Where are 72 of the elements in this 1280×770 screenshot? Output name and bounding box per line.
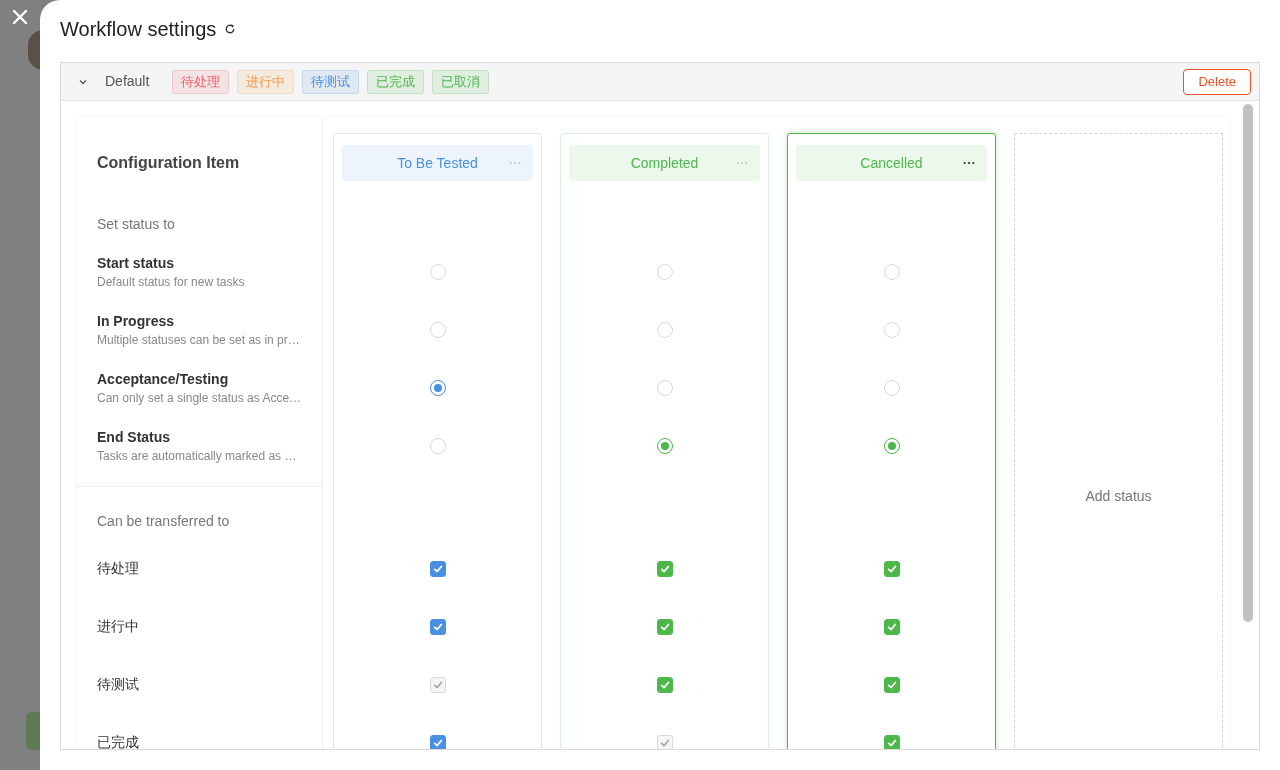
check-icon [659, 564, 670, 574]
status-header[interactable]: Completed [569, 145, 760, 181]
checkbox[interactable] [429, 735, 446, 749]
radio-selected[interactable] [656, 438, 673, 454]
option-label: End Status [97, 427, 172, 447]
status-header[interactable]: To Be Tested [342, 145, 533, 181]
option-description: Multiple statuses can be set as in pr… [97, 331, 301, 348]
transfer-target: 待处理 [97, 558, 139, 578]
checkbox[interactable] [656, 677, 673, 693]
check-icon [886, 622, 897, 632]
window-title: Workflow settings [60, 17, 217, 42]
status-name: Cancelled [860, 153, 923, 173]
checkbox[interactable] [883, 677, 900, 693]
check-icon [432, 622, 443, 632]
check-icon [659, 680, 670, 690]
option-label: Start status [97, 253, 176, 273]
checkbox[interactable] [883, 735, 900, 749]
check-icon [886, 680, 897, 690]
option-description: Can only set a single status as Acce… [97, 389, 303, 406]
checkbox[interactable] [656, 619, 673, 635]
radio-button[interactable] [656, 264, 673, 280]
close-icon[interactable] [12, 9, 28, 25]
section-label: Can be transferred to [97, 513, 230, 529]
radio-selected[interactable] [429, 380, 446, 396]
add-status-column[interactable]: Add status [1014, 133, 1223, 749]
checkbox[interactable] [429, 561, 446, 577]
status-tag: 待测试 [302, 69, 360, 94]
checkbox[interactable] [883, 619, 900, 635]
status-tag: 已取消 [432, 69, 490, 94]
status-tag: 已完成 [367, 69, 425, 94]
check-icon [886, 564, 897, 574]
status-column[interactable]: Completed [560, 133, 769, 749]
section-label: Set status to [97, 215, 175, 234]
delete-button[interactable]: Delete [1183, 68, 1251, 95]
radio-selected[interactable] [883, 438, 900, 454]
option-description: Tasks are automatically marked as … [97, 447, 298, 464]
radio-button[interactable] [656, 322, 673, 338]
more-icon[interactable] [963, 161, 975, 165]
checkbox[interactable] [656, 561, 673, 577]
radio-button[interactable] [883, 380, 900, 396]
refresh-icon[interactable] [224, 23, 237, 35]
column-title: Configuration Item [97, 153, 240, 173]
status-tag: 待处理 [172, 69, 230, 94]
add-status-label: Add status [1085, 487, 1152, 506]
checkbox[interactable] [883, 561, 900, 577]
radio-button[interactable] [429, 322, 446, 338]
status-tag: 进行中 [237, 69, 295, 94]
check-icon [886, 738, 897, 748]
radio-button[interactable] [429, 438, 446, 454]
checkbox[interactable] [429, 619, 446, 635]
option-label: In Progress [97, 311, 176, 331]
check-icon [659, 738, 670, 748]
check-icon [659, 622, 670, 632]
scrollbar-thumb[interactable] [1243, 104, 1253, 622]
transfer-target: 已完成 [97, 732, 139, 749]
option-description: Default status for new tasks [97, 273, 246, 290]
transfer-target: 待测试 [97, 674, 139, 694]
check-icon [432, 564, 443, 574]
option-label: Acceptance/Testing [97, 369, 230, 389]
status-column[interactable]: Cancelled [787, 133, 996, 749]
status-header[interactable]: Cancelled [796, 145, 987, 181]
radio-button[interactable] [883, 322, 900, 338]
check-icon [432, 738, 443, 748]
radio-button[interactable] [429, 264, 446, 280]
status-name: To Be Tested [397, 153, 478, 173]
workflow-name: Default [105, 72, 150, 91]
status-name: Completed [630, 153, 699, 173]
transfer-target: 进行中 [97, 616, 139, 636]
radio-button[interactable] [883, 264, 900, 280]
status-column[interactable]: To Be Tested [333, 133, 542, 749]
radio-button[interactable] [656, 380, 673, 396]
check-icon [432, 680, 443, 690]
